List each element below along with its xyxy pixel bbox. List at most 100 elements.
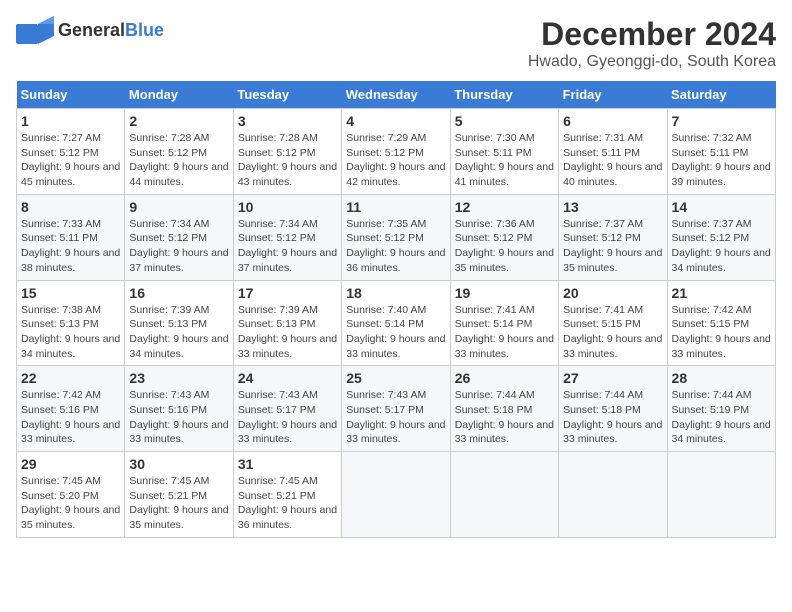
location-title: Hwado, Gyeonggi-do, South Korea <box>528 53 776 71</box>
day-info: Sunrise: 7:42 AMSunset: 5:15 PMDaylight:… <box>672 303 771 362</box>
day-number: 24 <box>238 370 337 386</box>
day-info: Sunrise: 7:28 AMSunset: 5:12 PMDaylight:… <box>238 131 337 190</box>
calendar-header-sunday: Sunday <box>17 81 125 109</box>
calendar-header-friday: Friday <box>559 81 667 109</box>
day-number: 11 <box>346 199 445 215</box>
day-info: Sunrise: 7:37 AMSunset: 5:12 PMDaylight:… <box>672 217 771 276</box>
day-info: Sunrise: 7:33 AMSunset: 5:11 PMDaylight:… <box>21 217 120 276</box>
day-info: Sunrise: 7:37 AMSunset: 5:12 PMDaylight:… <box>563 217 662 276</box>
day-info: Sunrise: 7:31 AMSunset: 5:11 PMDaylight:… <box>563 131 662 190</box>
day-number: 2 <box>129 113 228 129</box>
day-info: Sunrise: 7:45 AMSunset: 5:21 PMDaylight:… <box>129 474 228 533</box>
calendar-table: SundayMondayTuesdayWednesdayThursdayFrid… <box>16 81 776 538</box>
day-info: Sunrise: 7:39 AMSunset: 5:13 PMDaylight:… <box>238 303 337 362</box>
day-number: 8 <box>21 199 120 215</box>
day-info: Sunrise: 7:29 AMSunset: 5:12 PMDaylight:… <box>346 131 445 190</box>
day-info: Sunrise: 7:44 AMSunset: 5:18 PMDaylight:… <box>455 388 554 447</box>
calendar-cell: 26 Sunrise: 7:44 AMSunset: 5:18 PMDayligh… <box>450 366 558 452</box>
calendar-cell: 17 Sunrise: 7:39 AMSunset: 5:13 PMDayligh… <box>233 280 341 366</box>
calendar-header-row: SundayMondayTuesdayWednesdayThursdayFrid… <box>17 81 776 109</box>
day-info: Sunrise: 7:40 AMSunset: 5:14 PMDaylight:… <box>346 303 445 362</box>
calendar-header-saturday: Saturday <box>667 81 775 109</box>
calendar-header-monday: Monday <box>125 81 233 109</box>
calendar-cell: 18 Sunrise: 7:40 AMSunset: 5:14 PMDayligh… <box>342 280 450 366</box>
calendar-cell: 14 Sunrise: 7:37 AMSunset: 5:12 PMDayligh… <box>667 194 775 280</box>
logo-blue: Blue <box>125 20 164 40</box>
calendar-cell: 12 Sunrise: 7:36 AMSunset: 5:12 PMDayligh… <box>450 194 558 280</box>
calendar-cell: 4 Sunrise: 7:29 AMSunset: 5:12 PMDaylight… <box>342 109 450 195</box>
day-info: Sunrise: 7:43 AMSunset: 5:17 PMDaylight:… <box>238 388 337 447</box>
calendar-cell: 13 Sunrise: 7:37 AMSunset: 5:12 PMDayligh… <box>559 194 667 280</box>
day-number: 7 <box>672 113 771 129</box>
calendar-header-thursday: Thursday <box>450 81 558 109</box>
calendar-header-tuesday: Tuesday <box>233 81 341 109</box>
day-info: Sunrise: 7:41 AMSunset: 5:14 PMDaylight:… <box>455 303 554 362</box>
calendar-cell: 3 Sunrise: 7:28 AMSunset: 5:12 PMDaylight… <box>233 109 341 195</box>
day-info: Sunrise: 7:30 AMSunset: 5:11 PMDaylight:… <box>455 131 554 190</box>
calendar-body: 1Sunrise: 7:27 AMSunset: 5:12 PMDaylight… <box>17 109 776 538</box>
calendar-cell: 25Sunrise: 7:43 AMSunset: 5:17 PMDayligh… <box>342 366 450 452</box>
day-info: Sunrise: 7:34 AMSunset: 5:12 PMDaylight:… <box>238 217 337 276</box>
day-info: Sunrise: 7:34 AMSunset: 5:12 PMDaylight:… <box>129 217 228 276</box>
calendar-cell: 19Sunrise: 7:41 AMSunset: 5:14 PMDayligh… <box>450 280 558 366</box>
calendar-cell: 21 Sunrise: 7:42 AMSunset: 5:15 PMDayligh… <box>667 280 775 366</box>
calendar-cell: 6 Sunrise: 7:31 AMSunset: 5:11 PMDaylight… <box>559 109 667 195</box>
calendar-week-row: 29 Sunrise: 7:45 AMSunset: 5:20 PMDayligh… <box>17 452 776 538</box>
day-number: 26 <box>455 370 554 386</box>
header-area: GeneralBlue December 2024 Hwado, Gyeongg… <box>16 16 776 71</box>
day-info: Sunrise: 7:35 AMSunset: 5:12 PMDaylight:… <box>346 217 445 276</box>
calendar-cell: 27Sunrise: 7:44 AMSunset: 5:18 PMDayligh… <box>559 366 667 452</box>
day-info: Sunrise: 7:41 AMSunset: 5:15 PMDaylight:… <box>563 303 662 362</box>
day-info: Sunrise: 7:28 AMSunset: 5:12 PMDaylight:… <box>129 131 228 190</box>
calendar-cell: 24 Sunrise: 7:43 AMSunset: 5:17 PMDayligh… <box>233 366 341 452</box>
calendar-cell: 11 Sunrise: 7:35 AMSunset: 5:12 PMDayligh… <box>342 194 450 280</box>
day-info: Sunrise: 7:32 AMSunset: 5:11 PMDaylight:… <box>672 131 771 190</box>
calendar-week-row: 1Sunrise: 7:27 AMSunset: 5:12 PMDaylight… <box>17 109 776 195</box>
calendar-cell <box>342 452 450 538</box>
calendar-cell: 16Sunrise: 7:39 AMSunset: 5:13 PMDayligh… <box>125 280 233 366</box>
day-number: 18 <box>346 285 445 301</box>
day-number: 15 <box>21 285 120 301</box>
logo: GeneralBlue <box>16 16 164 44</box>
calendar-cell: 30 Sunrise: 7:45 AMSunset: 5:21 PMDayligh… <box>125 452 233 538</box>
day-number: 12 <box>455 199 554 215</box>
logo-icon <box>16 16 54 44</box>
day-number: 31 <box>238 456 337 472</box>
day-number: 23 <box>129 370 228 386</box>
day-number: 6 <box>563 113 662 129</box>
calendar-cell: 31 Sunrise: 7:45 AMSunset: 5:21 PMDayligh… <box>233 452 341 538</box>
day-info: Sunrise: 7:45 AMSunset: 5:21 PMDaylight:… <box>238 474 337 533</box>
day-number: 4 <box>346 113 445 129</box>
calendar-cell <box>559 452 667 538</box>
day-info: Sunrise: 7:43 AMSunset: 5:16 PMDaylight:… <box>129 388 228 447</box>
day-number: 10 <box>238 199 337 215</box>
calendar-cell: 15 Sunrise: 7:38 AMSunset: 5:13 PMDayligh… <box>17 280 125 366</box>
day-info: Sunrise: 7:39 AMSunset: 5:13 PMDaylight:… <box>129 303 228 362</box>
day-number: 21 <box>672 285 771 301</box>
day-number: 14 <box>672 199 771 215</box>
day-number: 22 <box>21 370 120 386</box>
calendar-cell: 20 Sunrise: 7:41 AMSunset: 5:15 PMDayligh… <box>559 280 667 366</box>
day-info: Sunrise: 7:38 AMSunset: 5:13 PMDaylight:… <box>21 303 120 362</box>
day-info: Sunrise: 7:44 AMSunset: 5:19 PMDaylight:… <box>672 388 771 447</box>
day-info: Sunrise: 7:36 AMSunset: 5:12 PMDaylight:… <box>455 217 554 276</box>
day-number: 27 <box>563 370 662 386</box>
day-number: 1 <box>21 113 120 129</box>
day-number: 3 <box>238 113 337 129</box>
logo-general: General <box>58 20 125 40</box>
day-number: 20 <box>563 285 662 301</box>
day-number: 17 <box>238 285 337 301</box>
day-number: 29 <box>21 456 120 472</box>
calendar-cell <box>450 452 558 538</box>
calendar-cell: 7 Sunrise: 7:32 AMSunset: 5:11 PMDaylight… <box>667 109 775 195</box>
day-info: Sunrise: 7:42 AMSunset: 5:16 PMDaylight:… <box>21 388 120 447</box>
calendar-cell: 29 Sunrise: 7:45 AMSunset: 5:20 PMDayligh… <box>17 452 125 538</box>
calendar-week-row: 15 Sunrise: 7:38 AMSunset: 5:13 PMDayligh… <box>17 280 776 366</box>
day-number: 30 <box>129 456 228 472</box>
day-info: Sunrise: 7:45 AMSunset: 5:20 PMDaylight:… <box>21 474 120 533</box>
calendar-cell: 2 Sunrise: 7:28 AMSunset: 5:12 PMDaylight… <box>125 109 233 195</box>
day-number: 25 <box>346 370 445 386</box>
calendar-cell: 1Sunrise: 7:27 AMSunset: 5:12 PMDaylight… <box>17 109 125 195</box>
day-number: 13 <box>563 199 662 215</box>
day-number: 28 <box>672 370 771 386</box>
